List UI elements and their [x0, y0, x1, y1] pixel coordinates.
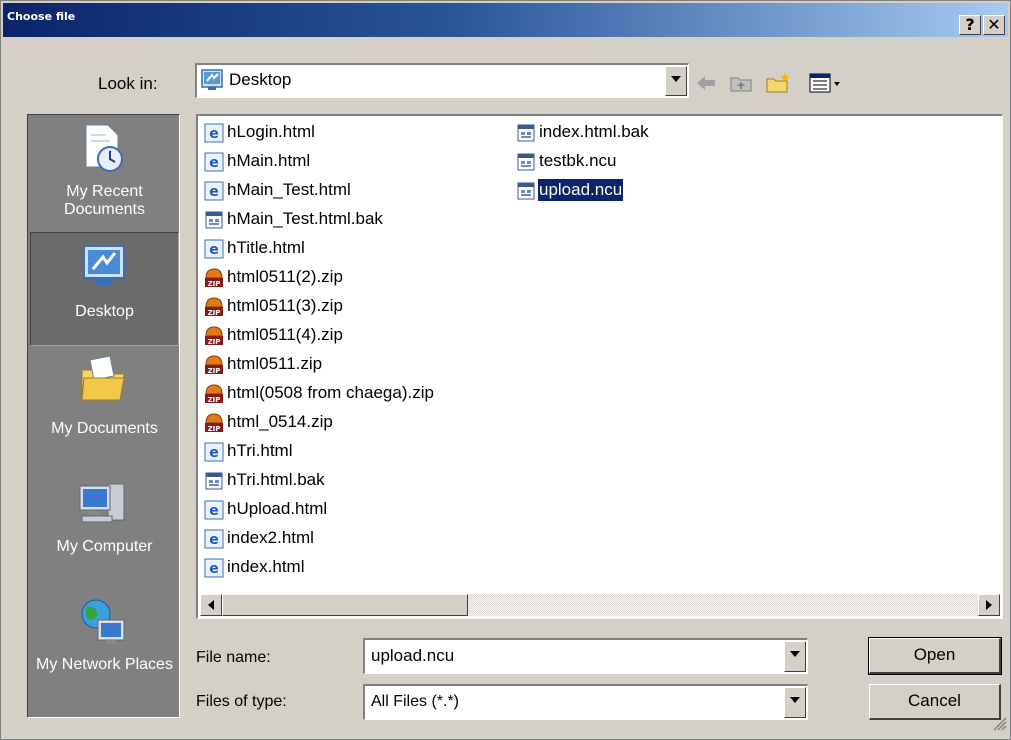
file-name-text: hMain_Test.html	[227, 180, 351, 199]
svg-text:ZIP: ZIP	[208, 338, 221, 346]
svg-text:e: e	[209, 155, 219, 171]
up-folder-icon[interactable]	[729, 71, 753, 95]
file-name-text: index2.html	[227, 528, 314, 547]
scroll-right-icon	[986, 600, 992, 610]
svg-text:ZIP: ZIP	[208, 280, 221, 288]
horizontal-scrollbar[interactable]	[200, 594, 1000, 616]
resize-grip-icon[interactable]	[991, 715, 1007, 736]
back-arrow-icon[interactable]	[694, 71, 718, 95]
file-name-text: html(0508 from chaega).zip	[227, 383, 434, 402]
file-name-label: File name:	[196, 649, 271, 666]
place-label: My Documents	[51, 420, 158, 437]
file-name-text: html0511(4).zip	[227, 325, 343, 344]
files-of-type-select[interactable]: All Files (*.*)	[363, 684, 808, 720]
place-label: My Recent Documents	[64, 183, 145, 218]
place-my-computer[interactable]: My Computer	[30, 468, 179, 588]
file-name-text: hTitle.html	[227, 238, 305, 257]
scroll-left-icon	[208, 600, 214, 610]
place-label: Desktop	[75, 303, 134, 320]
svg-text:e: e	[209, 561, 219, 577]
svg-text:e: e	[209, 126, 219, 142]
scroll-thumb[interactable]	[222, 594, 468, 616]
file-name-text: hMain.html	[227, 151, 311, 170]
file-name-text: hLogin.html	[227, 122, 315, 141]
file-name-text: html0511(3).zip	[227, 296, 343, 315]
svg-text:ZIP: ZIP	[208, 425, 221, 433]
file-name-text: upload.ncu	[536, 178, 625, 202]
scroll-left-button[interactable]	[200, 594, 222, 616]
file-name-text: hTri.html	[227, 441, 293, 460]
svg-text:e: e	[209, 532, 219, 548]
file-name-input[interactable]: upload.ncu	[363, 638, 808, 674]
file-name-text: testbk.ncu	[539, 151, 617, 170]
svg-text:ZIP: ZIP	[208, 367, 221, 375]
file-name-text: index.html	[227, 557, 305, 576]
svg-text:ZIP: ZIP	[208, 396, 221, 404]
my-documents-icon	[80, 354, 126, 409]
place-network-places[interactable]: My Network Places	[30, 588, 179, 716]
file-name-text: hMain_Test.html.bak	[227, 209, 383, 228]
view-menu-icon[interactable]	[809, 71, 843, 95]
place-label: My Computer	[56, 538, 153, 555]
desktop-icon	[81, 243, 127, 294]
file-name-value: upload.ncu	[371, 646, 455, 665]
place-desktop[interactable]: Desktop	[30, 232, 179, 346]
file-name-text: index.html.bak	[539, 122, 649, 141]
look-in-combo[interactable]: Desktop	[195, 63, 689, 98]
svg-text:e: e	[209, 445, 219, 461]
file-name-text: html_0514.zip	[227, 412, 333, 431]
file-name-text: hTri.html.bak	[227, 470, 325, 489]
svg-text:ZIP: ZIP	[208, 309, 221, 317]
network-places-icon	[78, 598, 128, 653]
help-button[interactable]: ?	[959, 15, 981, 35]
look-in-value: Desktop	[229, 70, 292, 89]
file-name-dropdown-button[interactable]	[784, 641, 806, 672]
title-bar[interactable]: Choose file ? ✕	[3, 3, 1008, 37]
places-bar: My Recent Documents Desktop My Documents…	[27, 114, 180, 718]
svg-text:e: e	[209, 503, 219, 519]
close-button[interactable]: ✕	[983, 15, 1005, 35]
choose-file-dialog: Choose file ? ✕ Look in: Desktop My Rece…	[0, 0, 1011, 740]
open-button[interactable]: Open	[868, 637, 1002, 675]
look-in-dropdown-button[interactable]	[665, 66, 687, 96]
place-recent-documents[interactable]: My Recent Documents	[30, 117, 179, 232]
files-of-type-value: All Files (*.*)	[371, 693, 460, 710]
file-name-text: hUpload.html	[227, 499, 328, 518]
look-in-label: Look in:	[98, 74, 158, 93]
svg-text:e: e	[209, 242, 219, 258]
file-name-text: html0511.zip	[227, 354, 323, 373]
file-list[interactable]: e hLogin.html e hMain.html e hMain_Test.htmlh…	[196, 114, 1003, 619]
new-folder-icon[interactable]	[765, 71, 793, 95]
my-computer-icon	[78, 480, 128, 533]
svg-text:e: e	[209, 184, 219, 200]
place-my-documents[interactable]: My Documents	[30, 348, 179, 468]
cancel-button[interactable]: Cancel	[869, 684, 1001, 720]
recent-documents-icon	[80, 123, 126, 178]
files-of-type-label: Files of type:	[196, 693, 287, 710]
scroll-right-button[interactable]	[978, 594, 1000, 616]
window-title: Choose file	[7, 10, 76, 23]
place-label: My Network Places	[36, 656, 173, 673]
files-of-type-dropdown-button[interactable]	[784, 687, 806, 718]
file-name-text: html0511(2).zip	[227, 267, 343, 286]
desktop-small-icon	[201, 69, 223, 96]
